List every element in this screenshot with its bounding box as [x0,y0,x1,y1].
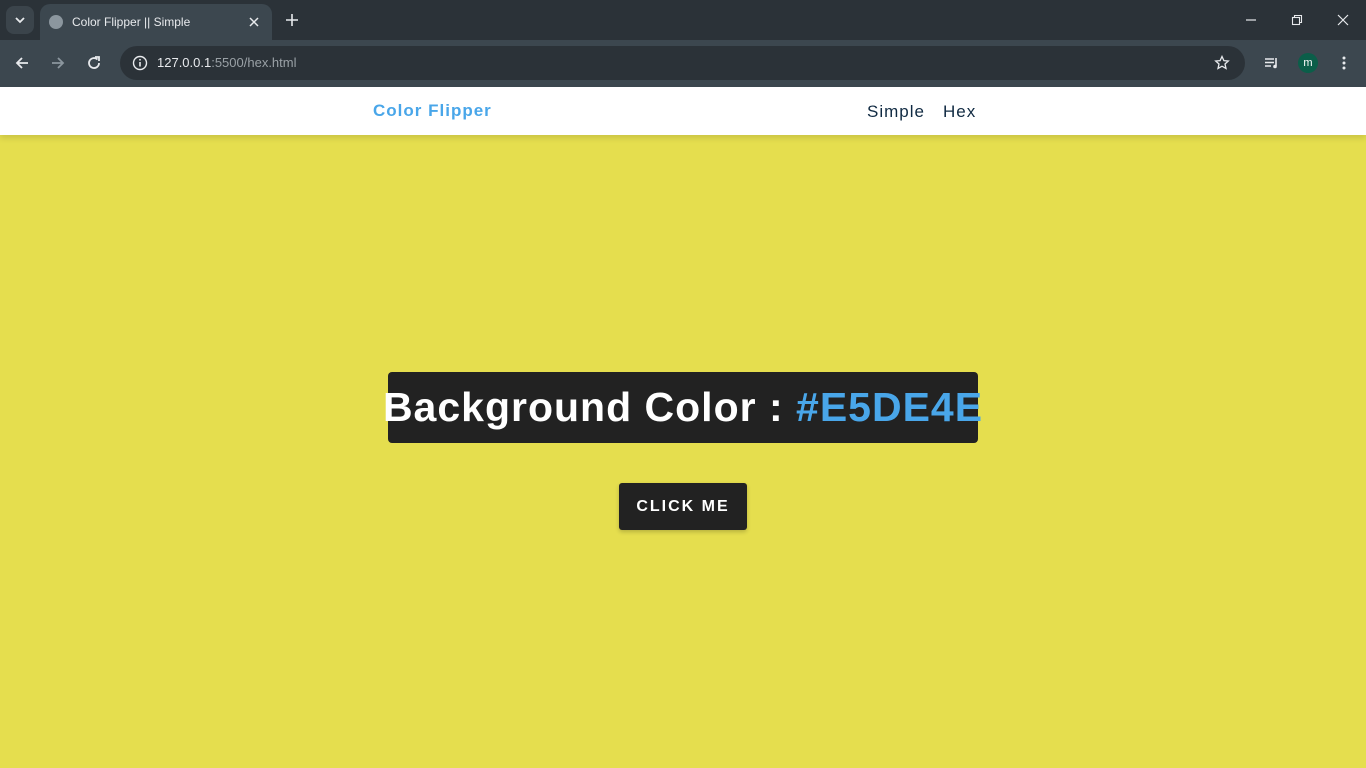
more-vertical-icon [1342,56,1346,70]
restore-icon [1291,14,1303,26]
forward-button[interactable] [44,49,72,77]
url-host: 127.0.0.1 [157,55,212,70]
plus-icon [286,14,298,26]
back-button[interactable] [8,49,36,77]
page-heading: Background Color : #E5DE4E [383,384,983,431]
browser-toolbar: 127.0.0.1:5500/hex.html [0,40,1366,87]
close-icon [1337,14,1349,26]
site-info-button[interactable] [128,51,152,75]
arrow-right-icon [52,57,65,69]
media-controls-button[interactable] [1258,49,1286,77]
heading-label: Background Color : [382,384,797,430]
minimize-button[interactable] [1228,0,1274,40]
color-value: #E5DE4E [796,384,984,430]
brand-logo[interactable]: Color Flipper [373,101,492,121]
url-text: 127.0.0.1:5500/hex.html [157,55,297,70]
url-path: :5500/hex.html [211,55,297,70]
tab-search-button[interactable] [6,6,34,34]
site-navbar: Color Flipper Simple Hex [0,87,1366,135]
profile-avatar[interactable]: m [1298,53,1318,73]
tab-title: Color Flipper || Simple [72,15,191,29]
address-bar[interactable]: 127.0.0.1:5500/hex.html [120,46,1245,80]
info-icon [132,55,148,71]
arrow-left-icon [15,57,28,69]
color-display: Background Color : #E5DE4E [383,372,982,443]
close-icon [249,17,259,27]
nav-link-simple[interactable]: Simple [867,102,925,122]
reload-button[interactable] [80,49,108,77]
star-icon [1214,55,1230,70]
click-me-button[interactable]: CLICK ME [619,483,747,530]
chevron-down-icon [15,17,25,24]
minimize-icon [1246,19,1256,21]
browser-tab[interactable]: Color Flipper || Simple [40,4,272,40]
menu-button[interactable] [1330,49,1358,77]
reload-icon [88,56,100,69]
restore-button[interactable] [1274,0,1320,40]
tab-strip: Color Flipper || Simple [0,0,1366,40]
new-tab-button[interactable] [280,8,304,32]
tab-close-button[interactable] [246,14,262,30]
playlist-icon [1265,58,1277,69]
close-window-button[interactable] [1320,0,1366,40]
bookmark-button[interactable] [1213,54,1231,72]
globe-icon [49,15,63,29]
nav-link-hex[interactable]: Hex [943,102,976,122]
